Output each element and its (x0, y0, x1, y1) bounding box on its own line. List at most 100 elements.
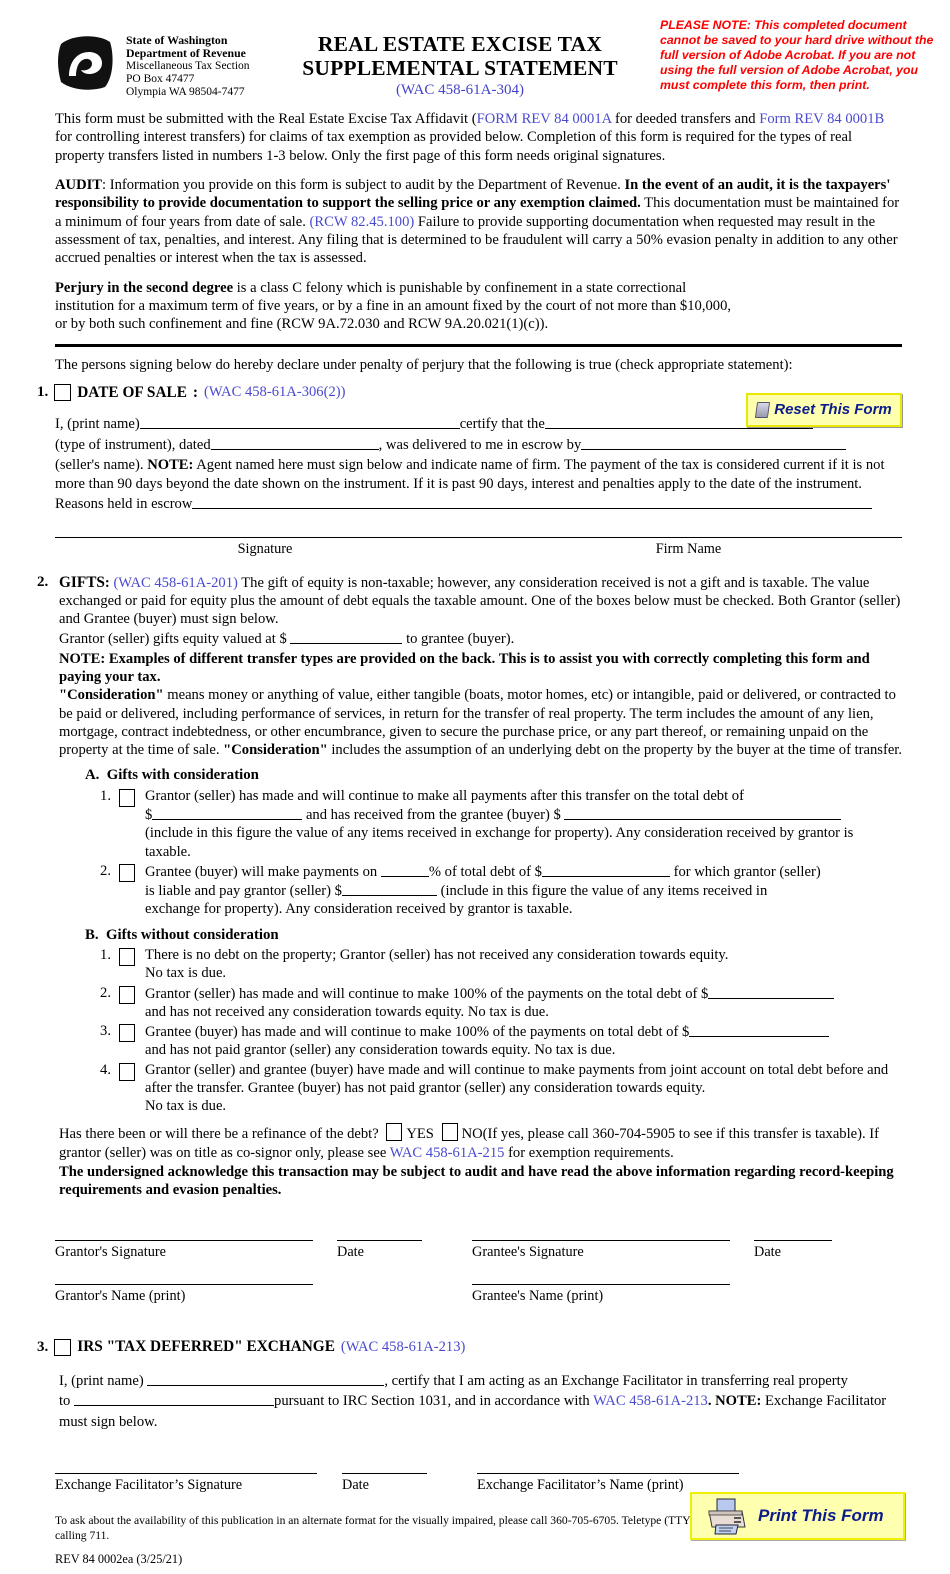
checkbox-b4[interactable] (119, 1062, 135, 1081)
perjury-paragraph: Perjury in the second degree is a class … (55, 279, 902, 334)
reset-form-button[interactable]: Reset This Form (746, 393, 902, 427)
item-b2-debt-input[interactable] (708, 984, 835, 999)
section-1-wac-link[interactable]: (WAC 458-61A-306(2)) (204, 383, 345, 401)
section-1-title: DATE OF SALE (77, 383, 187, 401)
print-form-button[interactable]: Print This Form (690, 1492, 905, 1540)
section-3-wac-link[interactable]: (WAC 458-61A-213) (341, 1338, 465, 1356)
refinance-no-checkbox[interactable] (441, 1123, 458, 1142)
grantor-signature-field: Grantor's Signature (55, 1239, 313, 1262)
refinance-question-label: Has there been or will there be a refina… (59, 1126, 379, 1143)
section-1-signature-row: Signature Firm Name (55, 536, 902, 559)
checkbox-a1[interactable] (119, 788, 135, 807)
title-line-2: SUPPLEMENTAL STATEMENT (302, 56, 618, 81)
item-b3-number: 3. (100, 1023, 111, 1040)
section-1-colon: : (192, 383, 199, 401)
checkbox-a2[interactable] (119, 863, 135, 882)
form-header: State of Washington Department of Revenu… (0, 10, 950, 110)
group-b: B. Gifts without consideration 1. There … (85, 926, 902, 1116)
rcw-82-45-100-link[interactable]: (RCW 82.45.100) (310, 214, 415, 230)
group-b-title: Gifts without consideration (105, 926, 279, 943)
delivered-escrow-label: , was delivered to me in escrow by (378, 436, 582, 453)
reasons-escrow-input[interactable] (192, 494, 873, 509)
section-1-line-2: (type of instrument), dated , was deliver… (55, 435, 902, 456)
group-a-title: Gifts with consideration (106, 767, 259, 784)
agency-line-1: Department of Revenue (126, 46, 246, 61)
print-name-input[interactable] (139, 414, 460, 429)
section-1-number: 1. (37, 383, 49, 400)
equity-grantee-label: to grantee (buyer). (406, 631, 515, 648)
list-item: 1. Grantor (seller) has made and will co… (85, 787, 902, 861)
section-2-intro: GIFTS: (WAC 458-61A-201) The gift of equ… (59, 573, 902, 629)
item-b2-line1: Grantor (seller) has made and will conti… (145, 984, 902, 1003)
section-1-checkbox[interactable] (54, 383, 72, 401)
form-body: This form must be submitted with the Rea… (37, 110, 902, 1567)
item-a2-pay-input[interactable] (341, 881, 437, 897)
item-b2-text: Grantor (seller) has made and will conti… (145, 985, 709, 1002)
grantee-date-label: Date (754, 1243, 781, 1260)
section-2-wac-link[interactable]: (WAC 458-61A-201) (113, 575, 237, 591)
intro-paragraph: This form must be submitted with the Rea… (55, 110, 902, 165)
ef-signature-label: Exchange Facilitator’s Signature (55, 1476, 243, 1493)
intro-text-b: for deeded transfers and (611, 111, 760, 127)
reasons-escrow-label: Reasons held in escrow (55, 495, 193, 512)
refinance-yes-checkbox[interactable] (386, 1123, 403, 1142)
section-1-line-4: Reasons held in escrow (55, 494, 902, 515)
agency-line-2: Miscellaneous Tax Section (126, 60, 250, 73)
wac-458-61a-213-link[interactable]: WAC 458-61A-213 (593, 1393, 708, 1409)
instrument-date-input[interactable] (210, 435, 379, 450)
grantor-date-label: Date (337, 1243, 364, 1260)
grantor-name-field: Grantor's Name (print) (55, 1283, 313, 1306)
item-a2-number: 2. (100, 862, 111, 879)
form-84-0001b-link[interactable]: Form REV 84 0001B (759, 111, 884, 127)
ef-print-name-input[interactable] (147, 1371, 385, 1386)
ef-transferee-input[interactable] (74, 1391, 275, 1407)
list-item: 2. Grantor (seller) has made and will co… (85, 984, 902, 1021)
equity-value-input[interactable] (290, 629, 403, 645)
item-a1-line1: Grantor (seller) has made and will conti… (145, 787, 744, 804)
page-title: REAL ESTATE EXCISE TAX SUPPLEMENTAL STAT… (250, 32, 670, 99)
ef-irc-text: pursuant to IRC Section 1031, and in acc… (274, 1393, 594, 1410)
reset-form-button-label: Reset This Form (774, 400, 892, 418)
agency-line-3: PO Box 47477 (126, 73, 195, 86)
item-a2-text-d: is liable and pay grantor (seller) $ (145, 883, 342, 900)
wac-458-61a-215-link[interactable]: WAC 458-61A-215 (390, 1145, 505, 1161)
audit-text-a: : Information you provide on this form i… (102, 176, 625, 193)
form-84-0001a-link[interactable]: FORM REV 84 0001A (477, 111, 612, 127)
list-item: 1. There is no debt on the property; Gra… (85, 946, 902, 982)
instrument-type-label: (type of instrument), dated (55, 436, 211, 453)
equity-value-row: Grantor (seller) gifts equity valued at … (59, 629, 902, 650)
item-a1-debt-input[interactable] (152, 805, 303, 821)
audit-label: AUDIT (55, 176, 103, 193)
group-b-heading: B. Gifts without consideration (85, 926, 902, 945)
signature-label: Signature (237, 540, 293, 557)
print-name-label: I, (print name) (55, 415, 140, 432)
checkbox-b2[interactable] (119, 985, 135, 1004)
list-item: 2. Grantee (buyer) will make payments on… (85, 862, 902, 919)
item-a2-debt-input[interactable] (541, 862, 670, 877)
section-3-checkbox[interactable] (54, 1338, 72, 1356)
ef-note-label: . NOTE: (707, 1393, 762, 1410)
form-page: State of Washington Department of Revenu… (0, 10, 950, 1574)
item-a2-text-e: (include in this figure the value of any… (440, 883, 768, 900)
ef-certify-text: , certify that I am acting as an Exchang… (384, 1372, 848, 1389)
item-a1-received-input[interactable] (564, 805, 842, 821)
item-a2-percent-input[interactable] (380, 862, 429, 877)
item-a1-dollar: $ (145, 807, 153, 824)
item-b2-body: Grantor (seller) has made and will conti… (145, 984, 902, 1021)
revision-id: REV 84 0002ea (3/25/21) (55, 1551, 183, 1566)
adobe-acrobat-notice: PLEASE NOTE: This completed document can… (660, 18, 934, 92)
sellers-name-label: (seller's name). (55, 457, 148, 474)
signature-field: Signature (55, 536, 475, 559)
grantor-grantee-name-row: Grantor's Name (print) Grantee's Name (p… (55, 1283, 902, 1306)
undersigned-acknowledgement: The undersigned acknowledge this transac… (59, 1164, 894, 1199)
checkbox-b1[interactable] (119, 948, 135, 967)
perjury-label: Perjury in the second degree (55, 279, 234, 296)
item-b1-line2: No tax is due. (145, 965, 227, 982)
title-line-1: REAL ESTATE EXCISE TAX (317, 32, 603, 56)
section-divider (55, 344, 902, 348)
grantee-signature-field: Grantee's Signature (472, 1239, 730, 1262)
item-a2-body: Grantee (buyer) will make payments on % … (145, 862, 902, 919)
item-b3-debt-input[interactable] (689, 1022, 830, 1038)
seller-name-input[interactable] (581, 435, 847, 450)
checkbox-b3[interactable] (119, 1024, 135, 1043)
